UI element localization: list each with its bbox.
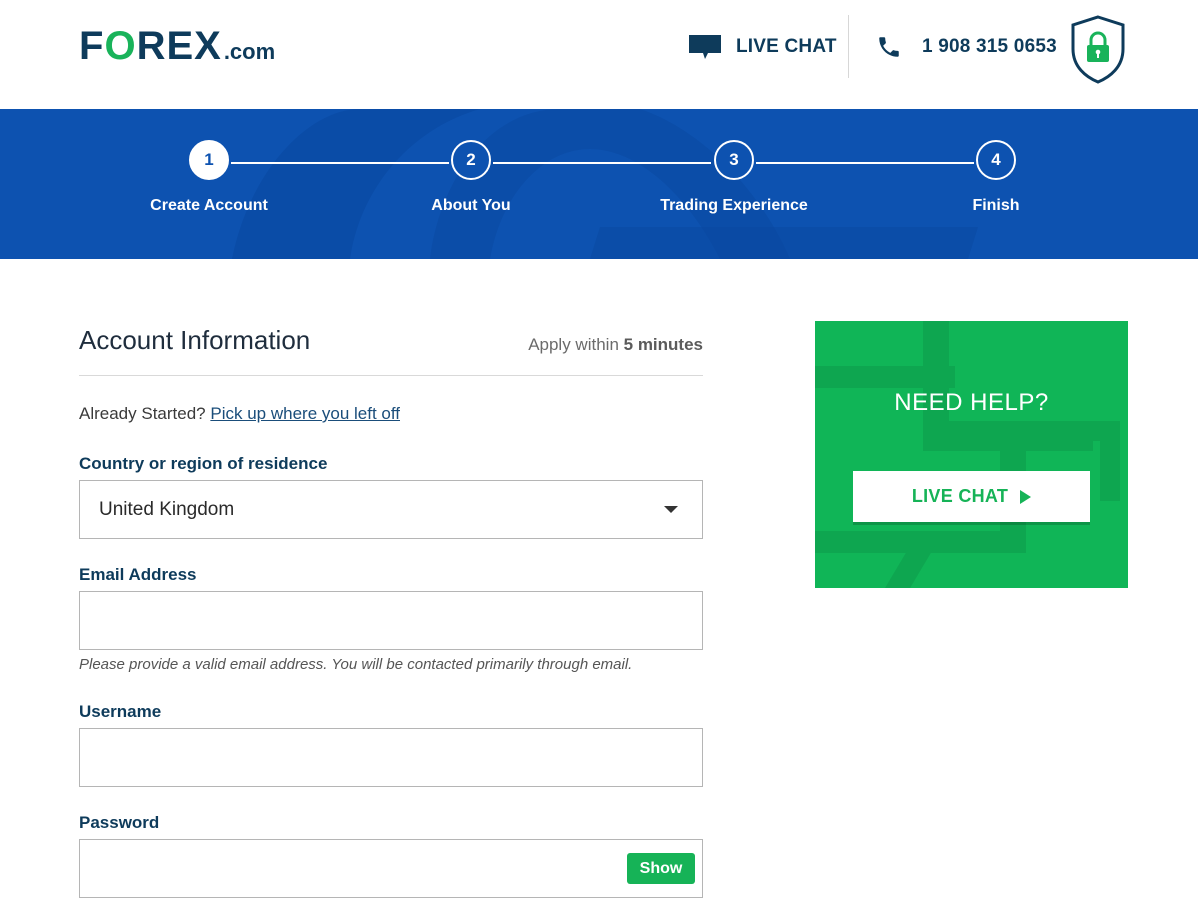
step-finish: 4 Finish [896,140,1096,215]
header-live-chat-link[interactable]: LIVE CHAT [688,33,837,61]
header-live-chat-label: LIVE CHAT [736,36,837,57]
step-about-you: 2 About You [371,140,571,215]
chat-bubble-icon [689,35,721,59]
step-number: 1 [189,140,229,180]
password-label: Password [79,813,160,832]
step-number: 2 [451,140,491,180]
site-header: FOREX .com LIVE CHAT 1 908 315 0653 [0,0,1198,109]
resume-application-link[interactable]: Pick up where you left off [210,404,400,423]
phone-icon [879,37,899,57]
logo-suffix: .com [223,39,276,64]
header-divider [848,15,849,78]
step-label: Trading Experience [660,197,808,214]
live-chat-button-label: LIVE CHAT [911,486,1009,506]
username-label: Username [79,702,162,721]
password-field-box: Show [79,839,703,898]
shield-lock-icon [1071,15,1125,84]
progress-banner: 1 Create Account 2 About You 3 Trading E… [0,109,1198,259]
username-field-box [79,728,703,787]
help-panel-decoration [815,321,1120,588]
header-phone-link[interactable]: 1 908 315 0653 [876,33,1057,61]
need-help-title: NEED HELP? [894,389,1049,416]
email-label: Email Address [79,565,197,584]
play-arrow-icon [1020,489,1032,504]
logo-wordmark: FOREX [79,24,222,68]
step-number: 4 [976,140,1016,180]
forex-logo[interactable]: FOREX .com [79,26,275,66]
email-field-box [79,591,703,650]
country-select[interactable]: United Kingdom [79,480,703,539]
step-create-account: 1 Create Account [109,140,309,215]
step-label: Finish [972,197,1020,214]
step-label: About You [431,197,511,214]
step-label: Create Account [150,197,268,214]
step-trading-experience: 3 Trading Experience [634,140,834,215]
show-password-button[interactable]: Show [627,853,695,884]
chevron-down-icon [664,506,678,513]
already-started-text: Already Started? Pick up where you left … [79,404,400,423]
section-divider [79,375,703,376]
step-number: 3 [714,140,754,180]
need-help-panel: NEED HELP? LIVE CHAT [815,321,1128,588]
email-field[interactable] [80,592,702,649]
password-field[interactable] [80,840,702,897]
email-hint: Please provide a valid email address. Yo… [79,656,633,673]
live-chat-button[interactable]: LIVE CHAT [853,471,1090,522]
section-title: Account Information [79,325,311,355]
header-phone-number: 1 908 315 0653 [922,36,1057,57]
country-selected-value: United Kingdom [99,499,235,520]
apply-time-note: Apply within 5 minutes [528,335,703,354]
country-label: Country or region of residence [79,454,328,473]
username-field[interactable] [80,729,702,786]
